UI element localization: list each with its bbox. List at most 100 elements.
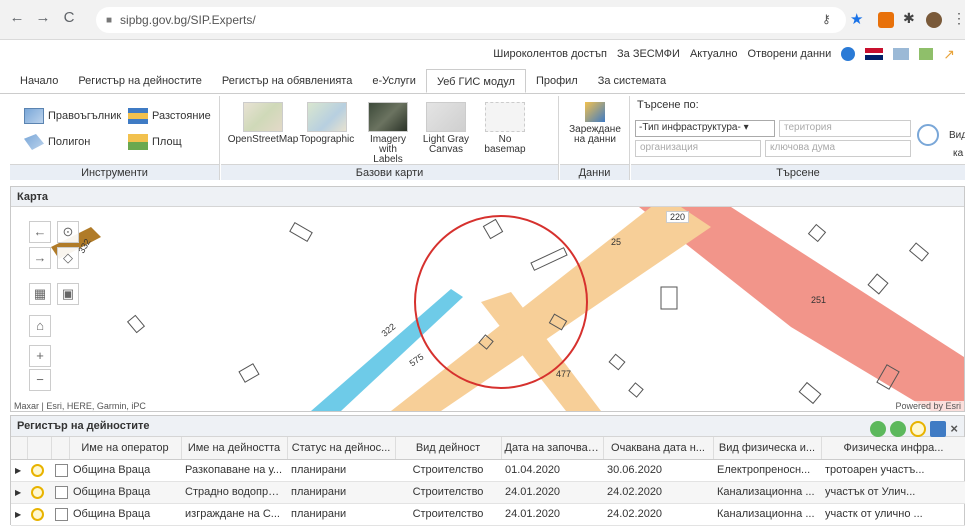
header-status[interactable]: Статус на дейнос... xyxy=(287,437,396,460)
no-basemap-thumbnail xyxy=(485,102,525,132)
map-print-icon[interactable]: ▣ xyxy=(57,283,79,305)
header-activity-type[interactable]: Вид дейност xyxy=(395,437,502,460)
export-icon[interactable] xyxy=(870,420,887,437)
extension-icon[interactable] xyxy=(878,12,894,28)
basemap-openstreetmap[interactable]: OpenStreetMap xyxy=(227,102,299,145)
cell-activity-type: Строителство xyxy=(395,503,501,526)
tab-activities-register[interactable]: Регистър на дейностите xyxy=(68,69,212,93)
row-checkbox[interactable] xyxy=(51,503,69,526)
puzzle-icon[interactable]: ✱ xyxy=(903,10,915,27)
map-layer-icon[interactable]: ◇ xyxy=(57,247,79,269)
map-svg xyxy=(51,207,964,411)
load-data-button[interactable]: Зареждане на данни xyxy=(566,102,624,145)
util-link-zesmfi[interactable]: За ЗЕСМФИ xyxy=(617,48,680,60)
forward-icon[interactable]: → xyxy=(32,9,54,26)
tab-e-services[interactable]: е-Услуги xyxy=(362,69,426,93)
rectangle-tool[interactable]: Правоъгълник xyxy=(24,108,121,124)
basemap-light-gray[interactable]: Light Gray Canvas xyxy=(419,102,473,155)
tab-home[interactable]: Начало xyxy=(10,69,68,93)
map-powered-by: Powered by Esri xyxy=(892,401,964,411)
row-expander-icon[interactable]: ▶ xyxy=(11,503,27,526)
polygon-tool[interactable]: Полигон xyxy=(24,134,90,150)
rectangle-icon xyxy=(24,108,44,124)
basemap-topographic[interactable]: Topographic xyxy=(297,102,357,145)
mail-icon[interactable] xyxy=(893,48,910,60)
star-icon[interactable]: ★ xyxy=(850,10,863,28)
tab-profile[interactable]: Профил xyxy=(526,69,588,93)
row-checkbox[interactable] xyxy=(51,459,69,482)
uk-flag-icon[interactable] xyxy=(865,48,884,60)
grid-title-text: Регистър на дейностите xyxy=(17,420,150,432)
tools-group: Правоъгълник Разстояние Полигон Площ Инс… xyxy=(10,96,220,180)
back-icon[interactable]: ← xyxy=(6,9,28,26)
map-pan-icon[interactable]: ⊙ xyxy=(57,221,79,243)
table-row[interactable]: ▶ Община Враца Страдно водопро... планир… xyxy=(11,481,965,504)
zoom-in-icon[interactable]: + xyxy=(29,345,51,367)
row-checkbox[interactable] xyxy=(51,481,69,504)
tab-web-gis[interactable]: Уеб ГИС модул xyxy=(425,69,526,93)
header-infra-type[interactable]: Вид физическа и... xyxy=(713,437,822,460)
cell-activity-name: Страдно водопро... xyxy=(181,481,287,504)
address-bar[interactable]: ■ sipbg.gov.bg/SIP.Experts/ xyxy=(96,7,846,33)
cell-infra-type: Канализационна ... xyxy=(713,503,821,526)
cell-infrastructure: участк от улично ... xyxy=(821,503,965,526)
header-operator[interactable]: Име на оператор xyxy=(69,437,182,460)
map-forward-icon[interactable]: → xyxy=(29,247,51,269)
row-zoom-icon[interactable] xyxy=(27,503,51,526)
road-label-220: 220 xyxy=(666,211,690,223)
reload-icon[interactable]: C xyxy=(58,9,80,26)
util-link-open-data[interactable]: Отворени данни xyxy=(747,48,831,60)
row-zoom-icon[interactable] xyxy=(27,481,51,504)
edit-icon[interactable]: ↗ xyxy=(943,46,955,63)
basemaps-caption: Базови карти xyxy=(221,164,558,180)
header-expected-date[interactable]: Очаквана дата н... xyxy=(603,437,714,460)
key-icon[interactable]: ⚷ xyxy=(822,12,831,26)
tab-announcements-register[interactable]: Регистър на обявленията xyxy=(212,69,362,93)
cell-operator: Община Враца xyxy=(69,481,181,504)
zoom-to-icon[interactable] xyxy=(910,420,927,437)
close-icon[interactable]: × xyxy=(950,418,958,439)
header-activity-name[interactable]: Име на дейността xyxy=(181,437,288,460)
map-grid-icon[interactable]: ▦ xyxy=(29,283,51,305)
ribbon-toolbar: Правоъгълник Разстояние Полигон Площ Инс… xyxy=(10,96,965,180)
cell-expected-date: 24.02.2020 xyxy=(603,481,713,504)
row-zoom-icon[interactable] xyxy=(27,459,51,482)
infrastructure-type-select[interactable]: -Тип инфраструктура- ▾ xyxy=(635,120,775,137)
row-expander-icon[interactable]: ▶ xyxy=(11,481,27,504)
table-row[interactable]: ▶ Община Враца изграждане на С... планир… xyxy=(11,503,965,526)
map-canvas[interactable]: 220 25 251 332 322 575 477 ← ⊙ → ◇ ▦ ▣ ⌂… xyxy=(11,207,964,411)
search-icon[interactable] xyxy=(917,124,939,146)
row-expander-icon[interactable]: ▶ xyxy=(11,459,27,482)
cell-infra-type: Канализационна ... xyxy=(713,481,821,504)
zoom-out-icon[interactable]: − xyxy=(29,369,51,391)
table-header-row: Име на оператор Име на дейността Статус … xyxy=(11,437,965,460)
header-start-date[interactable]: Дата на започване xyxy=(501,437,604,460)
cell-start-date: 01.04.2020 xyxy=(501,459,603,482)
basemap-none[interactable]: No basemap xyxy=(479,102,531,155)
distance-tool[interactable]: Разстояние xyxy=(128,108,211,124)
map-icon[interactable] xyxy=(930,420,947,437)
basemap-imagery[interactable]: Imagery with Labels xyxy=(363,102,413,165)
menu-icon[interactable]: ⋮ xyxy=(952,10,965,27)
cell-status: планирани xyxy=(287,503,395,526)
map-back-icon[interactable]: ← xyxy=(29,221,51,243)
user-icon[interactable] xyxy=(841,47,856,61)
util-link-news[interactable]: Актуално xyxy=(690,48,738,60)
cell-status: планирани xyxy=(287,459,395,482)
ruler-icon xyxy=(128,108,148,124)
refresh-icon[interactable] xyxy=(890,420,907,437)
header-infrastructure[interactable]: Физическа инфра... xyxy=(821,437,965,460)
territory-input[interactable]: територия xyxy=(779,120,911,137)
cell-start-date: 24.01.2020 xyxy=(501,481,603,504)
table-row[interactable]: ▶ Община Враца Разкопаване на у... плани… xyxy=(11,459,965,482)
tab-about[interactable]: За системата xyxy=(588,69,676,93)
area-tool[interactable]: Площ xyxy=(128,134,182,150)
topographic-thumbnail xyxy=(307,102,347,132)
avatar[interactable] xyxy=(926,12,942,28)
util-link-broadband[interactable]: Широколентов достъп xyxy=(493,48,607,60)
map-home-icon[interactable]: ⌂ xyxy=(29,315,51,337)
keyword-input[interactable]: ключова дума xyxy=(765,140,911,157)
grid-icon[interactable] xyxy=(919,48,934,60)
organization-input[interactable]: организация xyxy=(635,140,761,157)
grid-title: Регистър на дейностите × xyxy=(11,416,964,437)
